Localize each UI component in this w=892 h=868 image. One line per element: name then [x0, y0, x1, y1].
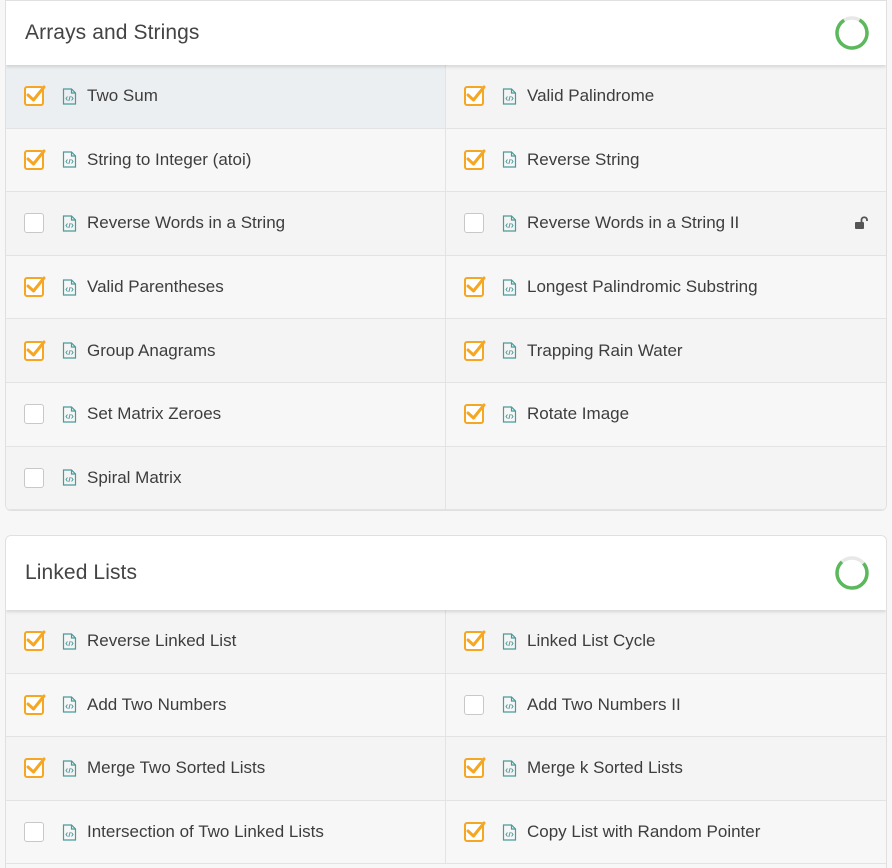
checkbox-unchecked[interactable] — [464, 213, 484, 234]
checkbox-checked[interactable] — [464, 340, 486, 361]
problem-grid: Reverse Linked List Linked List Cycle Add … — [6, 610, 886, 865]
problem-title-link[interactable]: Add Two Numbers — [87, 695, 227, 715]
progress-ring-icon — [835, 16, 869, 50]
problem-item[interactable]: Add Two Numbers II — [446, 673, 886, 738]
section-title: Arrays and Strings — [25, 21, 200, 44]
code-file-icon — [62, 633, 77, 650]
code-file-icon — [502, 215, 517, 232]
section-header: Linked Lists — [6, 536, 886, 610]
problem-item[interactable]: Set Matrix Zeroes — [6, 382, 446, 447]
code-file-icon — [62, 151, 77, 168]
code-file-icon — [62, 469, 77, 486]
checkbox-checked[interactable] — [464, 403, 486, 425]
problem-item[interactable]: Reverse Words in a String II — [446, 192, 886, 256]
problem-title-link[interactable]: Merge k Sorted Lists — [527, 758, 683, 778]
problem-title-link[interactable]: Spiral Matrix — [87, 468, 181, 488]
checkbox-checked[interactable] — [464, 276, 486, 298]
code-file-icon — [62, 406, 77, 423]
problem-title-link[interactable]: Reverse Linked List — [87, 631, 236, 651]
checkbox-checked[interactable] — [464, 821, 486, 843]
problem-item[interactable]: Intersection of Two Linked Lists — [6, 800, 446, 865]
checkbox-checked[interactable] — [24, 340, 46, 361]
problem-title-link[interactable]: Two Sum — [87, 86, 158, 106]
problem-title-link[interactable]: Group Anagrams — [87, 341, 216, 361]
problem-item[interactable]: Add Two Numbers — [6, 673, 446, 738]
problem-item[interactable]: Merge k Sorted Lists — [446, 737, 886, 801]
checkbox-unchecked[interactable] — [24, 822, 44, 843]
problem-title-link[interactable]: Valid Palindrome — [527, 86, 654, 106]
checkbox-checked[interactable] — [24, 630, 46, 652]
checkbox-unchecked[interactable] — [464, 694, 484, 715]
code-file-icon — [62, 760, 77, 777]
code-file-icon — [502, 696, 517, 713]
section-header: Arrays and Strings — [6, 1, 886, 65]
code-file-icon — [62, 278, 77, 296]
code-file-icon — [62, 823, 77, 841]
checkbox-checked[interactable] — [24, 694, 46, 715]
problem-title-link[interactable]: Copy List with Random Pointer — [527, 822, 760, 842]
problem-item[interactable]: Valid Palindrome — [446, 65, 886, 129]
problem-item[interactable]: Reverse Linked List — [6, 610, 446, 674]
problem-item[interactable]: Rotate Image — [446, 382, 886, 447]
problem-item[interactable]: String to Integer (atoi) — [6, 128, 446, 193]
problem-grid: Two Sum Valid Palindrome String to Integer… — [6, 65, 886, 510]
checkbox-checked[interactable] — [24, 757, 46, 779]
unlock-icon — [854, 216, 870, 230]
checkbox-checked[interactable] — [24, 149, 46, 170]
problem-item[interactable]: Valid Parentheses — [6, 255, 446, 320]
problem-title-link[interactable]: Set Matrix Zeroes — [87, 404, 221, 424]
problem-title-link[interactable]: String to Integer (atoi) — [87, 150, 251, 170]
checkbox-unchecked[interactable] — [24, 213, 44, 234]
problem-item[interactable]: Group Anagrams — [6, 319, 446, 383]
checkbox-checked[interactable] — [464, 757, 486, 779]
problem-title-link[interactable]: Merge Two Sorted Lists — [87, 758, 265, 778]
section-title: Linked Lists — [25, 561, 138, 584]
code-file-icon — [502, 278, 517, 296]
problem-item[interactable]: Merge Two Sorted Lists — [6, 737, 446, 801]
problem-title-link[interactable]: Intersection of Two Linked Lists — [87, 822, 324, 842]
problem-title-link[interactable]: Valid Parentheses — [87, 277, 224, 297]
progress-ring-icon — [835, 556, 869, 590]
code-file-icon — [502, 151, 517, 168]
code-file-icon — [502, 88, 517, 105]
code-file-icon — [502, 823, 517, 841]
code-file-icon — [502, 633, 517, 650]
problem-title-link[interactable]: Longest Palindromic Substring — [527, 277, 758, 297]
problem-title-link[interactable]: Linked List Cycle — [527, 631, 656, 651]
problem-title-link[interactable]: Add Two Numbers II — [527, 695, 681, 715]
checkbox-checked[interactable] — [464, 149, 486, 170]
code-file-icon — [502, 406, 517, 423]
section-arrays-and-strings: Arrays and Strings Two Sum Valid Palindro… — [5, 0, 887, 511]
code-file-icon — [62, 215, 77, 232]
problem-item[interactable]: Copy List with Random Pointer — [446, 800, 886, 865]
checkbox-checked[interactable] — [464, 85, 486, 107]
problem-item[interactable]: Two Sum — [6, 65, 446, 129]
problem-item[interactable]: Reverse String — [446, 128, 886, 193]
code-file-icon — [62, 342, 77, 359]
checkbox-checked[interactable] — [464, 630, 486, 652]
code-file-icon — [62, 88, 77, 105]
code-file-icon — [62, 696, 77, 713]
problem-title-link[interactable]: Trapping Rain Water — [527, 341, 683, 361]
problem-item[interactable]: Longest Palindromic Substring — [446, 255, 886, 320]
section-linked-lists: Linked Lists Reverse Linked List Linked L… — [5, 535, 887, 868]
checkbox-checked[interactable] — [24, 85, 46, 107]
problem-title-link[interactable]: Reverse Words in a String — [87, 213, 285, 233]
problem-item[interactable]: Spiral Matrix — [6, 446, 446, 510]
problem-title-link[interactable]: Rotate Image — [527, 404, 629, 424]
code-file-icon — [502, 760, 517, 777]
problem-item[interactable]: Trapping Rain Water — [446, 319, 886, 383]
empty-cell — [446, 446, 886, 510]
problem-title-link[interactable]: Reverse Words in a String II — [527, 213, 739, 233]
checkbox-checked[interactable] — [24, 276, 46, 298]
checkbox-unchecked[interactable] — [24, 467, 44, 488]
problem-title-link[interactable]: Reverse String — [527, 150, 639, 170]
code-file-icon — [502, 342, 517, 359]
problem-item[interactable]: Reverse Words in a String — [6, 192, 446, 256]
checkbox-unchecked[interactable] — [24, 404, 44, 425]
problem-item[interactable]: Linked List Cycle — [446, 610, 886, 674]
